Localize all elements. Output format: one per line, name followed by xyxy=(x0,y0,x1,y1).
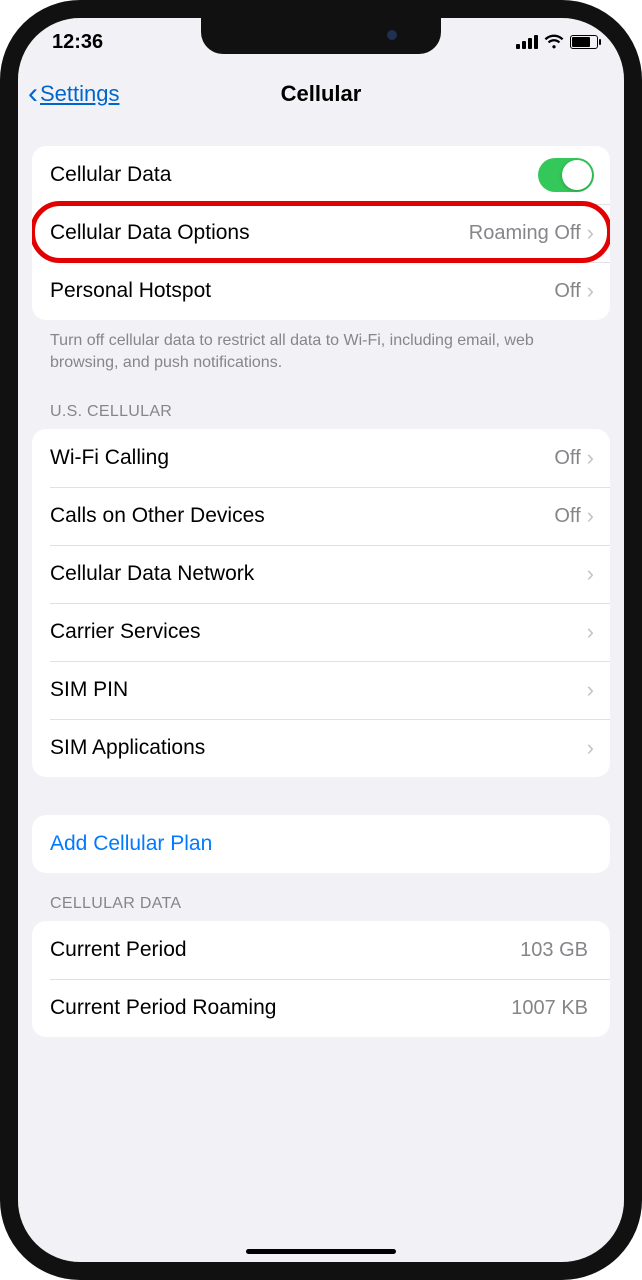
silence-switch xyxy=(0,368,2,438)
row-wifi-calling[interactable]: Wi-Fi Calling Off › xyxy=(32,429,610,487)
toggle-knob xyxy=(562,160,592,190)
row-sim-pin[interactable]: SIM PIN › xyxy=(32,661,610,719)
cellular-signal-icon xyxy=(516,35,538,49)
chevron-right-icon: › xyxy=(587,278,594,304)
row-value: Off xyxy=(554,280,580,303)
settings-scroll[interactable]: Cellular Data Cellular Data Options Roam… xyxy=(18,122,624,1262)
row-value: 103 GB xyxy=(520,939,588,962)
status-time: 12:36 xyxy=(52,31,103,54)
volume-up-button xyxy=(0,208,2,248)
chevron-right-icon: › xyxy=(587,220,594,246)
battery-icon xyxy=(570,35,598,49)
row-label: SIM Applications xyxy=(50,736,587,760)
home-indicator[interactable] xyxy=(246,1249,396,1254)
volume-down-button xyxy=(0,278,2,348)
row-calls-other-devices[interactable]: Calls on Other Devices Off › xyxy=(32,487,610,545)
cellular-data-toggle[interactable] xyxy=(538,158,594,192)
group-footer: Turn off cellular data to restrict all d… xyxy=(18,320,624,373)
row-label: Personal Hotspot xyxy=(50,279,554,303)
row-carrier-services[interactable]: Carrier Services › xyxy=(32,603,610,661)
row-label: Add Cellular Plan xyxy=(50,832,594,856)
row-current-period-roaming[interactable]: Current Period Roaming 1007 KB xyxy=(32,979,610,1037)
chevron-right-icon: › xyxy=(587,677,594,703)
page-title: Cellular xyxy=(281,81,362,107)
status-right xyxy=(516,34,598,50)
chevron-left-icon: ‹ xyxy=(28,79,38,109)
chevron-right-icon: › xyxy=(587,735,594,761)
row-personal-hotspot[interactable]: Personal Hotspot Off › xyxy=(32,262,610,320)
row-label: Cellular Data Network xyxy=(50,562,587,586)
row-label: Current Period Roaming xyxy=(50,996,511,1020)
chevron-right-icon: › xyxy=(587,619,594,645)
back-label: Settings xyxy=(40,81,120,107)
group-usage: Current Period 103 GB Current Period Roa… xyxy=(32,921,610,1037)
section-header-carrier: U.S. CELLULAR xyxy=(18,373,624,429)
row-label: Carrier Services xyxy=(50,620,587,644)
row-label: Calls on Other Devices xyxy=(50,504,554,528)
row-value: Roaming Off xyxy=(469,222,581,245)
row-label: Current Period xyxy=(50,938,520,962)
row-cellular-data[interactable]: Cellular Data xyxy=(32,146,610,204)
back-button[interactable]: ‹ Settings xyxy=(28,79,120,109)
row-current-period[interactable]: Current Period 103 GB xyxy=(32,921,610,979)
section-header-usage: CELLULAR DATA xyxy=(18,873,624,921)
row-label: SIM PIN xyxy=(50,678,587,702)
wifi-icon xyxy=(544,34,564,50)
screen: 12:36 ‹ Settings Cellular Cellular xyxy=(18,18,624,1262)
row-value: Off xyxy=(554,447,580,470)
chevron-right-icon: › xyxy=(587,561,594,587)
group-carrier: Wi-Fi Calling Off › Calls on Other Devic… xyxy=(32,429,610,777)
chevron-right-icon: › xyxy=(587,503,594,529)
row-add-cellular-plan[interactable]: Add Cellular Plan xyxy=(32,815,610,873)
row-sim-applications[interactable]: SIM Applications › xyxy=(32,719,610,777)
device-frame: 12:36 ‹ Settings Cellular Cellular xyxy=(0,0,642,1280)
row-label: Cellular Data xyxy=(50,163,538,187)
notch xyxy=(201,18,441,54)
row-value: Off xyxy=(554,505,580,528)
group-add-plan: Add Cellular Plan xyxy=(32,815,610,873)
group-cellular-main: Cellular Data Cellular Data Options Roam… xyxy=(32,146,610,320)
nav-header: ‹ Settings Cellular xyxy=(18,66,624,122)
row-value: 1007 KB xyxy=(511,997,588,1020)
row-label: Cellular Data Options xyxy=(50,221,469,245)
row-cellular-data-network[interactable]: Cellular Data Network › xyxy=(32,545,610,603)
row-label: Wi-Fi Calling xyxy=(50,446,554,470)
row-cellular-options[interactable]: Cellular Data Options Roaming Off › xyxy=(32,204,610,262)
chevron-right-icon: › xyxy=(587,445,594,471)
